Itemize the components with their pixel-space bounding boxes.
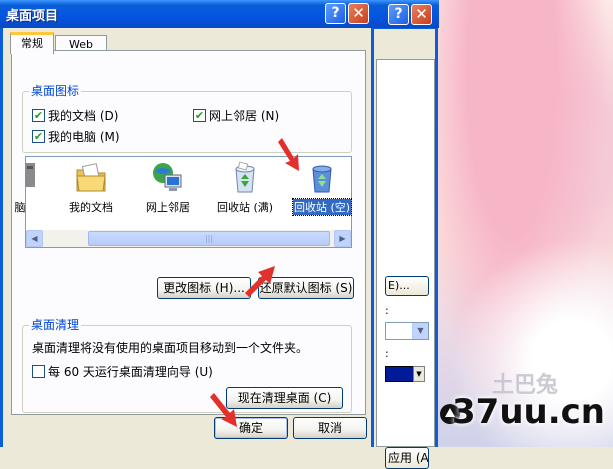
scroll-left-icon[interactable]: ◀ [26, 230, 43, 247]
checkbox-checked-icon[interactable]: ✔ [32, 130, 45, 143]
restore-default-button[interactable]: 还原默认图标 (S) [258, 277, 354, 299]
list-item-label: 脑 [14, 201, 26, 214]
chevron-down-icon: ▼ [412, 323, 428, 339]
watermark-text: 37uu.cn [452, 392, 605, 432]
recycle-bin-empty-icon [305, 161, 339, 195]
checkbox-my-documents[interactable]: ✔ 我的文档 (D) [32, 107, 118, 124]
help-button[interactable]: ? [325, 3, 346, 24]
checkbox-label: 我的文档 (D) [48, 109, 119, 123]
checkbox-checked-icon[interactable]: ✔ [32, 109, 45, 122]
checkbox-label: 网上邻居 (N) [209, 109, 280, 123]
background-label-2: : [385, 347, 389, 360]
horizontal-scrollbar[interactable]: ◀ ||| ▶ [26, 230, 351, 247]
change-icon-button[interactable]: 更改图标 (H)... [157, 277, 251, 299]
list-item-my-computer[interactable]: 脑 [0, 161, 58, 215]
network-places-icon [151, 161, 185, 195]
background-dropdown[interactable]: ▼ [385, 322, 429, 340]
computer-icon [3, 161, 37, 195]
documents-folder-icon [74, 161, 108, 195]
background-window-client: E)... : ▼ : ▼ 应用 (A) [373, 29, 435, 469]
scrollbar-thumb[interactable]: ||| [88, 231, 330, 246]
desktop-icon-list[interactable]: 脑 我的文档 网上邻居 回收站 (满) 回收站 (空) ◀ ||| ▶ [15, 156, 353, 248]
dialog-title: 桌面项目 [6, 9, 59, 24]
list-item-my-documents[interactable]: 我的文档 [53, 161, 129, 215]
list-item-network-places[interactable]: 网上邻居 [130, 161, 206, 215]
color-dropdown-arrow-icon[interactable]: ▼ [413, 366, 425, 382]
checkbox-unchecked-icon[interactable] [32, 365, 45, 378]
background-label-1: : [385, 304, 389, 317]
background-close-button[interactable]: ✕ [411, 4, 432, 25]
desktop-items-dialog: 桌面项目 ? ✕ 常规 Web 桌面图标 ✔ 我的文档 (D) ✔ 网上邻居 (… [0, 0, 374, 447]
background-apply-button[interactable]: 应用 (A) [385, 447, 429, 469]
cleanup-description: 桌面清理将没有使用的桌面项目移动到一个文件夹。 [32, 341, 309, 355]
recycle-bin-full-icon [228, 161, 262, 195]
ok-button[interactable]: 确定 [214, 417, 288, 439]
cancel-button[interactable]: 取消 [293, 417, 367, 439]
checkbox-checked-icon[interactable]: ✔ [193, 109, 206, 122]
background-customize-button[interactable]: E)... [385, 276, 429, 296]
checkbox-cleanup-every-60-days[interactable]: 每 60 天运行桌面清理向导 (U) [32, 363, 213, 380]
checkbox-my-computer[interactable]: ✔ 我的电脑 (M) [32, 128, 120, 145]
clean-desktop-now-button[interactable]: 现在清理桌面 (C) [226, 387, 343, 409]
desktop-icons-legend: 桌面图标 [29, 82, 82, 99]
checkbox-label: 我的电脑 (M) [48, 130, 120, 144]
list-item-label: 我的文档 [69, 201, 113, 214]
list-item-recycle-bin-empty[interactable]: 回收站 (空) [284, 161, 360, 216]
dialog-titlebar[interactable]: 桌面项目 ? ✕ [0, 0, 374, 28]
list-item-label-selected: 回收站 (空) [291, 198, 353, 216]
tab-panel-general: 桌面图标 ✔ 我的文档 (D) ✔ 网上邻居 (N) ✔ 我的电脑 (M) 脑 [11, 50, 366, 415]
checkbox-label: 每 60 天运行桌面清理向导 (U) [48, 365, 213, 379]
tab-general[interactable]: 常规 [10, 32, 54, 54]
close-button[interactable]: ✕ [348, 3, 369, 24]
list-item-label: 回收站 (满) [216, 201, 274, 214]
list-item-label: 网上邻居 [146, 201, 190, 214]
background-tab-panel [376, 59, 435, 447]
scroll-right-icon[interactable]: ▶ [334, 230, 351, 247]
desktop-cleanup-legend: 桌面清理 [29, 316, 82, 333]
background-help-button[interactable]: ? [388, 4, 409, 25]
dialog-client-area: 常规 Web 桌面图标 ✔ 我的文档 (D) ✔ 网上邻居 (N) ✔ 我的电脑… [3, 28, 371, 447]
checkbox-network-places[interactable]: ✔ 网上邻居 (N) [193, 107, 279, 124]
list-item-recycle-bin-full[interactable]: 回收站 (满) [207, 161, 283, 215]
